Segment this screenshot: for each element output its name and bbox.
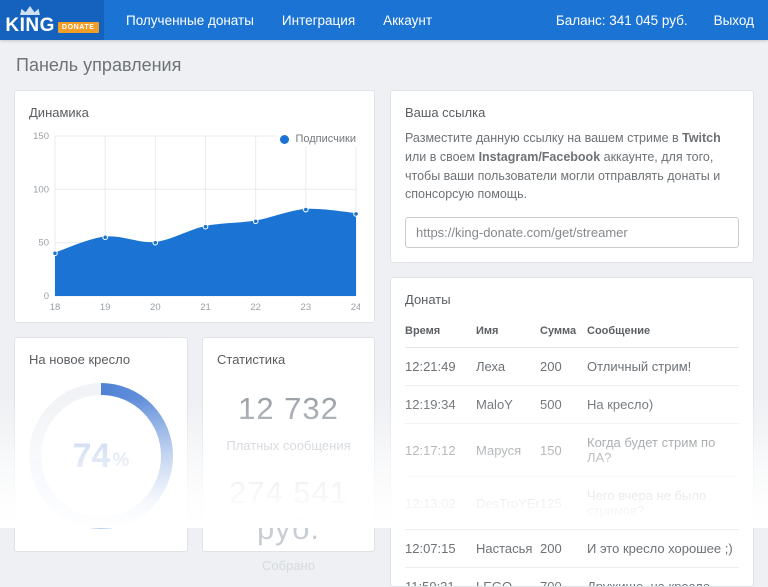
svg-text:23: 23 (301, 302, 312, 313)
nav-menu: Полученные донатыИнтеграцияАккаунт (112, 0, 446, 40)
legend-label: Подписчики (295, 133, 356, 145)
progress-ring: 74 % (29, 383, 173, 529)
svg-text:21: 21 (200, 302, 211, 313)
donations-table-body: 12:21:49Леха200Отличный стрим!12:19:34Ma… (405, 348, 739, 587)
donations-table: ВремяИмяСуммаСообщение 12:21:49Леха200От… (405, 317, 739, 587)
paid-messages-count: 12 732 (217, 391, 360, 427)
your-link-description: Разместите данную ссылку на вашем стриме… (405, 129, 739, 204)
svg-text:50: 50 (38, 238, 49, 249)
nav-item-0[interactable]: Полученные донаты (112, 13, 268, 28)
chart-legend: Подписчики (276, 131, 358, 147)
top-nav: KING DONATE Полученные донатыИнтеграцияА… (0, 0, 768, 40)
svg-text:150: 150 (33, 131, 49, 142)
progress-percent-sign: % (112, 450, 129, 472)
brand-badge: DONATE (58, 22, 99, 33)
logout-link[interactable]: Выход (714, 13, 754, 28)
table-header-row: ВремяИмяСуммаСообщение (405, 317, 739, 348)
dynamics-chart: 0 50 100 150 18 19 20 21 22 23 24 (29, 128, 360, 314)
column-header: Сообщение (587, 317, 739, 348)
paid-messages-label: Платных сообщения (217, 438, 360, 453)
svg-text:100: 100 (33, 184, 49, 195)
collected-amount: 274 541 руб. (217, 475, 360, 547)
table-row: 12:19:34MaloY500На кресло) (405, 386, 739, 424)
logo[interactable]: KING DONATE (0, 0, 104, 40)
svg-text:0: 0 (44, 291, 49, 302)
legend-dot-icon (280, 135, 289, 144)
nav-item-1[interactable]: Интеграция (268, 13, 369, 28)
dynamics-card: Динамика 0 50 100 150 18 19 20 21 22 23 24 Подписч… (14, 90, 375, 323)
column-header: Время (405, 317, 476, 348)
table-row: 12:21:49Леха200Отличный стрим! (405, 348, 739, 386)
progress-percent: 74 (73, 437, 111, 476)
table-row: 12:13:02DesTroYEr125Чего вчера не было с… (405, 477, 739, 530)
goal-card: На новое кресло 74 % (14, 337, 188, 552)
nav-item-2[interactable]: Аккаунт (369, 13, 446, 28)
svg-text:22: 22 (250, 302, 261, 313)
your-link-card: Ваша ссылка Разместите данную ссылку на … (390, 90, 754, 263)
stats-card: Статистика 12 732 Платных сообщения 274 … (202, 337, 375, 552)
svg-text:20: 20 (150, 302, 161, 313)
column-header: Сумма (540, 317, 587, 348)
stats-title: Статистика (217, 352, 360, 367)
stream-link-input[interactable] (405, 217, 739, 248)
column-header: Имя (476, 317, 540, 348)
table-row: 12:17:12Маруся150Когда будет стрим по ЛА… (405, 424, 739, 477)
balance-text: Баланс: 341 045 руб. (556, 13, 688, 28)
page-title: Панель управления (16, 55, 754, 76)
your-link-title: Ваша ссылка (405, 105, 739, 120)
donations-card: Донаты ВремяИмяСуммаСообщение 12:21:49Ле… (390, 277, 754, 587)
table-row: 12:07:15Настасья200И это кресло хорошее … (405, 530, 739, 568)
dynamics-title: Динамика (29, 105, 360, 120)
main-content: Панель управления Динамика 0 50 100 150 18 19… (0, 40, 768, 587)
goal-title: На новое кресло (29, 352, 173, 367)
crown-icon (19, 6, 41, 15)
svg-text:19: 19 (100, 302, 111, 313)
brand-name: KING (5, 16, 55, 35)
svg-text:24: 24 (351, 302, 360, 313)
collected-label: Собрано (217, 558, 360, 573)
table-row: 11:59:31LEGO700Дружище, на кресло. (405, 568, 739, 587)
svg-text:18: 18 (50, 302, 61, 313)
donations-title: Донаты (405, 292, 739, 307)
